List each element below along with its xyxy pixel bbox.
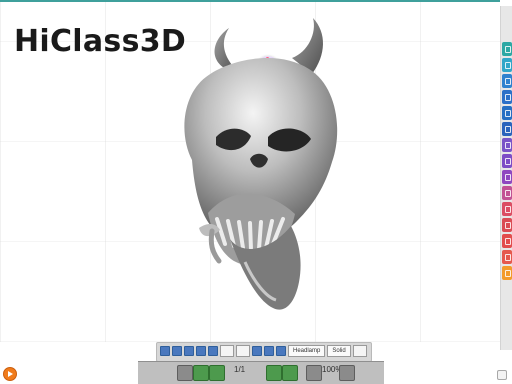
right-tool-strip (500, 6, 512, 350)
render-mode-select[interactable]: Solid (327, 345, 351, 357)
tool-print-icon[interactable] (502, 250, 512, 264)
step-back-button[interactable] (266, 365, 282, 381)
tool-bookmark-icon[interactable] (502, 186, 512, 200)
first-page-button[interactable] (177, 365, 193, 381)
tool-measure-icon[interactable] (502, 122, 512, 136)
tool-info-icon[interactable] (502, 218, 512, 232)
zoom-icon[interactable] (208, 346, 218, 356)
zoom-in-button[interactable] (339, 365, 355, 381)
tool-section-icon[interactable] (502, 138, 512, 152)
tool-layers-icon[interactable] (502, 170, 512, 184)
next-page-button[interactable] (209, 365, 225, 381)
app-window: HiClass3D Headlamp Solid 1/1 100% (0, 0, 512, 384)
tool-select-icon[interactable] (502, 106, 512, 120)
copy-icon[interactable] (160, 346, 170, 356)
view-toolbar-row: Headlamp Solid (160, 345, 367, 357)
play-icon[interactable] (3, 367, 17, 381)
step-forward-button[interactable] (282, 365, 298, 381)
info-icon[interactable] (276, 346, 286, 356)
tool-zoom-icon[interactable] (502, 90, 512, 104)
move-icon[interactable] (172, 346, 182, 356)
zoom-out-button[interactable] (306, 365, 322, 381)
previous-page-button[interactable] (193, 365, 209, 381)
shading-select[interactable]: Headlamp (288, 345, 326, 357)
tool-home-icon[interactable] (502, 42, 512, 56)
skull-model[interactable] (150, 16, 360, 331)
fit-icon[interactable] (220, 345, 234, 357)
tool-share-icon[interactable] (502, 234, 512, 248)
palette-icon[interactable] (352, 345, 367, 357)
pan-icon[interactable] (196, 346, 206, 356)
tool-pen-icon[interactable] (502, 154, 512, 168)
tool-settings-icon[interactable] (502, 266, 512, 280)
reset-view-icon[interactable] (236, 345, 250, 357)
tool-lock-icon[interactable] (502, 202, 512, 216)
tool-pan-icon[interactable] (502, 74, 512, 88)
light-icon[interactable] (252, 346, 262, 356)
tool-rotate-icon[interactable] (502, 58, 512, 72)
resize-grip-icon[interactable] (497, 370, 507, 380)
rotate-icon[interactable] (184, 346, 194, 356)
camera-icon[interactable] (264, 346, 274, 356)
page-indicator: 1/1 (234, 365, 246, 374)
